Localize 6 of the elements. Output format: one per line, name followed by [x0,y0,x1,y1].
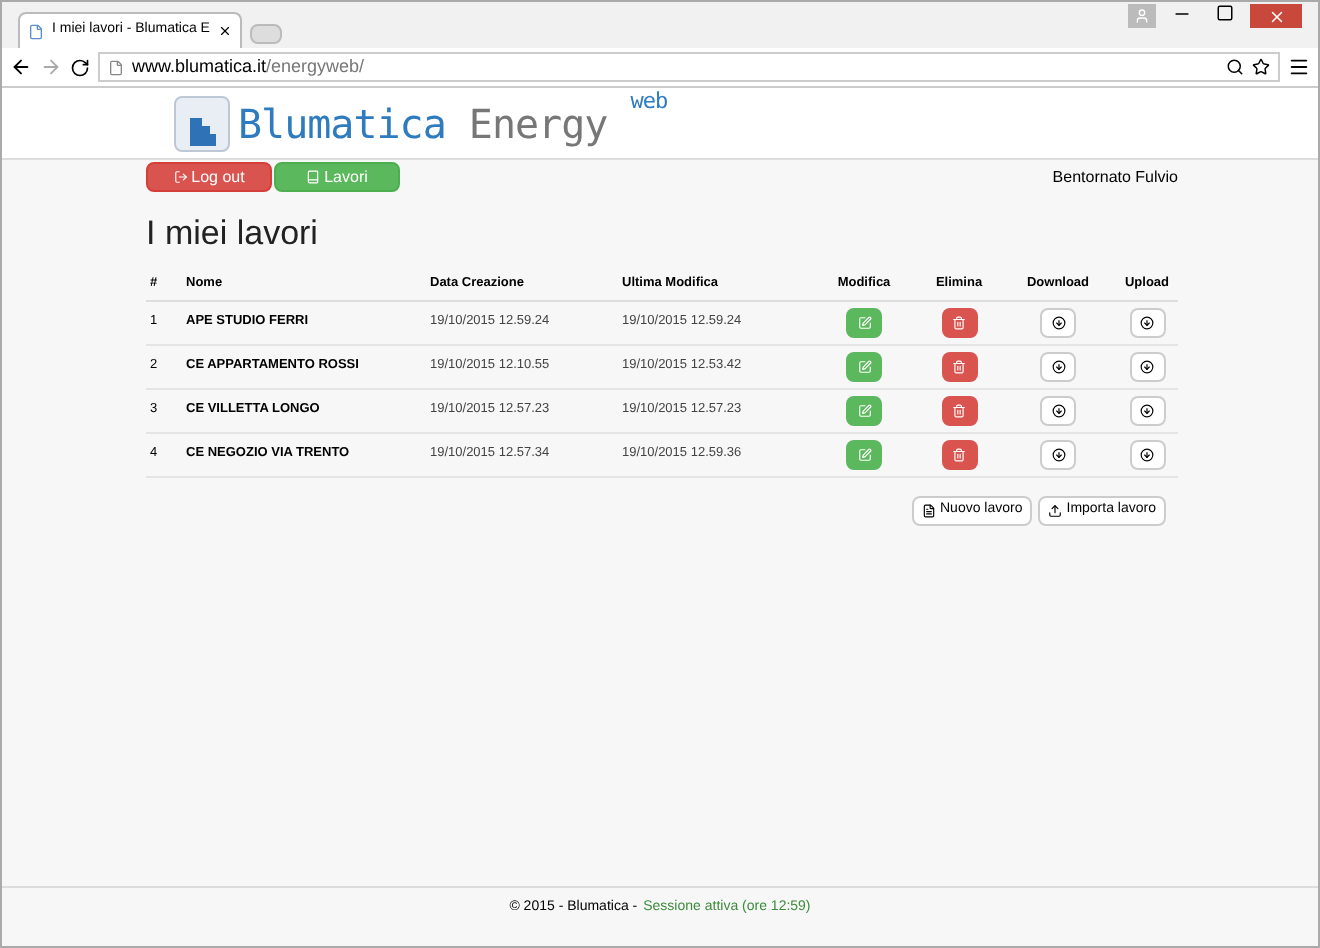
logout-button[interactable]: Log out [146,162,272,192]
greeting-text: Bentornato Fulvio [1052,166,1178,190]
url-text: www.blumatica.it/energyweb/ [132,53,365,80]
page-title: I miei lavori [144,212,320,256]
logo-text: Blumatica Energy $^{web}$ [238,93,668,151]
address-bar[interactable]: www.blumatica.it/energyweb/ [98,52,1280,82]
